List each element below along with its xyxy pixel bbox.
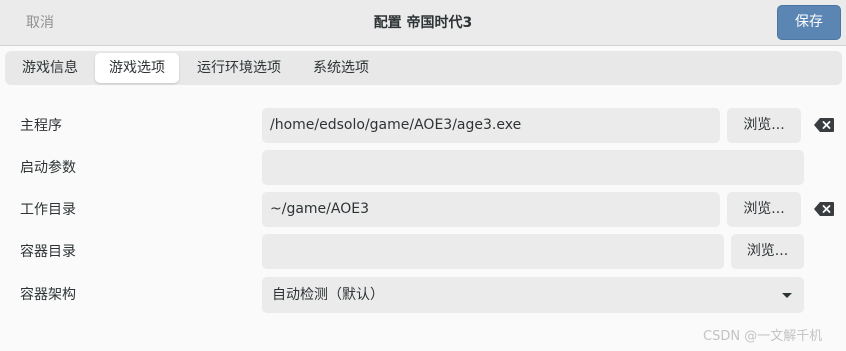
container-arch-dropdown[interactable]: 自动检测（默认） xyxy=(262,277,804,313)
container-dir-field[interactable] xyxy=(262,234,724,269)
save-button[interactable]: 保存 xyxy=(777,5,841,40)
working-dir-field[interactable]: ~/game/AOE3 xyxy=(262,192,720,227)
chevron-down-icon xyxy=(782,293,792,298)
working-dir-browse-button[interactable]: 浏览... xyxy=(727,192,801,227)
header-bar: 取消 配置 帝国时代3 保存 xyxy=(0,0,846,46)
container-dir-label: 容器目录 xyxy=(20,244,76,260)
main-program-browse-button[interactable]: 浏览... xyxy=(727,108,801,143)
tab-system-options[interactable]: 系统选项 xyxy=(300,53,382,83)
launch-args-field[interactable] xyxy=(262,150,804,185)
clear-working-dir-icon[interactable] xyxy=(814,202,834,216)
launch-args-label: 启动参数 xyxy=(20,160,76,176)
watermark: CSDN @一文解千机 xyxy=(703,329,823,344)
container-arch-value: 自动检测（默认） xyxy=(272,287,384,303)
tab-bar: 游戏信息 游戏选项 运行环境选项 系统选项 xyxy=(5,51,842,85)
container-arch-label: 容器架构 xyxy=(20,287,76,303)
main-program-field[interactable]: /home/edsolo/game/AOE3/age3.exe xyxy=(262,108,720,143)
tab-runner-options[interactable]: 运行环境选项 xyxy=(184,53,294,83)
dialog-title: 配置 帝国时代3 xyxy=(373,15,473,31)
clear-main-program-icon[interactable] xyxy=(814,118,834,132)
tab-game-info[interactable]: 游戏信息 xyxy=(10,53,90,83)
tab-game-options[interactable]: 游戏选项 xyxy=(95,53,179,83)
main-program-label: 主程序 xyxy=(20,118,62,134)
working-dir-label: 工作目录 xyxy=(20,202,76,218)
container-dir-browse-button[interactable]: 浏览... xyxy=(731,234,804,269)
